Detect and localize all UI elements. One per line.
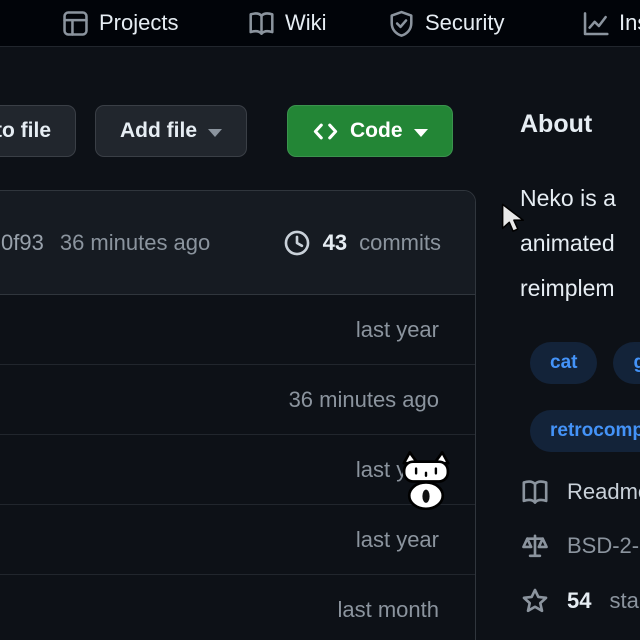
tab-label: Insights (619, 10, 640, 36)
commit-count: 43 (323, 230, 347, 256)
file-updated-time[interactable]: last year (356, 317, 439, 343)
tab-label: Projects (99, 10, 178, 36)
table-row[interactable]: 36 minutes ago (0, 365, 475, 435)
book-icon (248, 10, 275, 37)
topic-list: cat go retrocomputing (530, 342, 640, 452)
tab-label: Wiki (285, 10, 327, 36)
tab-insights[interactable]: Insights (582, 0, 640, 46)
file-list-panel: 0f93 36 minutes ago 43 commits last year… (0, 190, 476, 640)
add-file-button[interactable]: Add file (95, 105, 247, 157)
table-row[interactable]: last month (0, 575, 475, 640)
github-repo-page: Actions Projects Wiki Security Insights … (0, 0, 640, 640)
file-updated-time[interactable]: 36 minutes ago (289, 387, 439, 413)
law-icon (521, 532, 549, 560)
about-description: Neko is a animated reimplem (520, 176, 640, 311)
commit-bar: 0f93 36 minutes ago 43 commits (0, 191, 475, 295)
chevron-down-icon (414, 129, 428, 137)
file-updated-time[interactable]: last year (356, 527, 439, 553)
star-icon (521, 587, 549, 615)
neko-cat-sprite (402, 450, 450, 510)
readme-link[interactable]: Readme (521, 478, 640, 506)
latest-commit-link[interactable]: 0f93 36 minutes ago (1, 230, 210, 256)
repo-tab-nav: Actions Projects Wiki Security Insights (0, 0, 640, 47)
book-icon (521, 478, 549, 506)
about-description-line: Neko is a (520, 176, 640, 221)
license-label: BSD-2-Clause license (567, 533, 640, 559)
topic-retrocomputing[interactable]: retrocomputing (530, 410, 640, 452)
code-button[interactable]: Code (287, 105, 453, 157)
go-to-file-button[interactable]: Go to file (0, 105, 76, 157)
tab-projects[interactable]: Projects (62, 0, 178, 46)
tab-security[interactable]: Security (388, 0, 504, 46)
about-description-line: reimplem (520, 266, 640, 311)
code-label: Code (350, 119, 403, 143)
commit-history-link[interactable]: 43 commits (283, 229, 441, 257)
table-row[interactable]: last year (0, 505, 475, 575)
commit-sha[interactable]: 0f93 (1, 230, 44, 256)
stars-link[interactable]: 54 stars (521, 587, 640, 615)
go-to-file-label: Go to file (0, 119, 51, 143)
stars-count: 54 (567, 588, 591, 614)
commit-count-label: commits (359, 230, 441, 256)
commit-time: 36 minutes ago (60, 230, 210, 256)
table-row[interactable]: last year (0, 295, 475, 365)
topic-go[interactable]: go (613, 342, 640, 384)
topic-cat[interactable]: cat (530, 342, 597, 384)
table-icon (62, 10, 89, 37)
add-file-label: Add file (120, 119, 197, 143)
mouse-cursor (501, 203, 524, 234)
about-title: About (520, 110, 592, 139)
stars-label: stars (609, 588, 640, 614)
file-updated-time[interactable]: last month (338, 597, 440, 623)
history-icon (283, 229, 311, 257)
graph-icon (582, 10, 609, 37)
license-link[interactable]: BSD-2-Clause license (521, 532, 640, 560)
readme-label: Readme (567, 479, 640, 505)
about-description-line: animated (520, 221, 640, 266)
tab-wiki[interactable]: Wiki (248, 0, 327, 46)
chevron-down-icon (208, 129, 222, 137)
shield-icon (388, 10, 415, 37)
code-icon (312, 118, 339, 145)
tab-label: Security (425, 10, 504, 36)
